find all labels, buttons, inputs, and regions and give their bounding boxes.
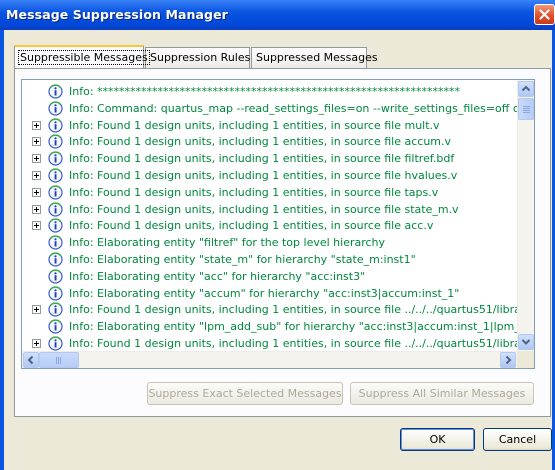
info-icon [48,235,63,250]
expand-icon[interactable] [32,187,41,197]
info-icon [48,185,63,200]
arrow-down-icon [521,339,531,345]
arrow-up-icon [521,85,531,92]
message-list[interactable]: Info: **********************************… [21,79,535,369]
message-text: Info: Found 1 design units, including 1 … [69,303,518,317]
message-row[interactable]: Info: Found 1 design units, including 1 … [22,335,518,352]
info-icon [48,336,63,351]
cancel-button[interactable]: Cancel [483,428,552,451]
vertical-scrollbar[interactable] [517,80,534,351]
scroll-left-button[interactable] [23,352,39,368]
horizontal-scroll-thumb[interactable] [39,352,79,368]
scroll-right-button[interactable] [500,352,516,368]
message-text: Info: Found 1 design units, including 1 … [69,202,459,216]
message-row[interactable]: Info: Elaborating entity "lpm_add_sub" f… [22,318,518,335]
arrow-left-icon [27,355,34,365]
message-row[interactable]: Info: **********************************… [22,83,518,100]
tab-label: Suppressed Messages [256,51,378,64]
message-row[interactable]: Info: Elaborating entity "accum" for hie… [22,285,518,302]
message-row[interactable]: Info: Found 1 design units, including 1 … [22,150,518,167]
message-row[interactable]: Info: Found 1 design units, including 1 … [22,201,518,218]
message-text: Info: Found 1 design units, including 1 … [69,152,455,166]
tab-suppression-rules[interactable]: Suppression Rules [145,47,250,68]
message-row[interactable]: Info: Found 1 design units, including 1 … [22,184,518,201]
scrollbar-corner [517,351,534,368]
message-text: Info: Found 1 design units, including 1 … [69,118,440,132]
ok-button[interactable]: OK [400,428,475,451]
expand-icon[interactable] [32,221,41,231]
scroll-up-button[interactable] [518,81,534,97]
info-icon [48,134,63,149]
message-rows: Info: **********************************… [22,83,518,353]
info-icon [48,84,63,99]
message-text: Info: Found 1 design units, including 1 … [69,169,458,182]
scroll-down-button[interactable] [518,334,534,350]
message-row[interactable]: Info: Found 1 design units, including 1 … [22,133,518,150]
message-row[interactable]: Info: Elaborating entity "state_m" for h… [22,251,518,268]
message-text: Info: Found 1 design units, including 1 … [69,185,439,199]
message-text: Info: Elaborating entity "accum" for hie… [69,286,460,300]
info-icon [48,218,63,233]
info-icon [48,302,63,317]
message-row[interactable]: Info: Found 1 design units, including 1 … [22,167,518,184]
arrow-right-icon [505,355,512,365]
tab-suppressed-messages[interactable]: Suppressed Messages [251,47,378,68]
message-row[interactable]: Info: Found 1 design units, including 1 … [22,117,518,134]
info-icon [48,101,63,116]
message-text: Info: Command: quartus_map --read_settin… [69,101,518,115]
expand-icon[interactable] [32,305,41,315]
message-row[interactable]: Info: Elaborating entity "acc" for hiera… [22,268,518,285]
expand-icon[interactable] [32,137,41,147]
message-text: Info: Elaborating entity "lpm_add_sub" f… [69,320,518,334]
message-row[interactable]: Info: Found 1 design units, including 1 … [22,217,518,234]
message-row[interactable]: Info: Elaborating entity "filtref" for t… [22,234,518,251]
close-icon [539,9,550,20]
message-text: Info: Elaborating entity "filtref" for t… [69,236,386,250]
vertical-scroll-thumb[interactable] [518,98,534,120]
message-text: Info: Found 1 design units, including 1 … [69,219,434,233]
suppress-all-similar-button[interactable]: Suppress All Similar Messages [350,382,534,405]
expand-icon[interactable] [32,204,41,214]
message-text: Info: **********************************… [69,85,461,98]
message-text: Info: Elaborating entity "state_m" for h… [69,253,416,266]
tab-label: Suppressible Messages [18,50,150,65]
suppress-exact-selected-button[interactable]: Suppress Exact Selected Messages [147,382,343,405]
info-icon [48,269,63,284]
info-icon [48,201,63,217]
message-text: Info: Found 1 design units, including 1 … [69,135,452,149]
info-icon [48,252,63,267]
expand-icon[interactable] [32,171,41,180]
message-text: Info: Elaborating entity "acc" for hiera… [69,269,366,283]
close-button[interactable] [534,4,555,25]
tab-suppressible-messages[interactable]: Suppressible Messages [14,45,150,68]
window-border-left [0,30,4,470]
window-title: Message Suppression Manager [6,7,228,22]
info-icon [48,151,63,166]
message-row[interactable]: Info: Command: quartus_map --read_settin… [22,100,518,117]
message-row[interactable]: Info: Found 1 design units, including 1 … [22,301,518,318]
info-icon [48,168,63,183]
info-icon [48,285,63,301]
title-bar[interactable]: Message Suppression Manager [0,0,555,30]
expand-icon[interactable] [32,120,41,130]
tab-label: Suppression Rules [150,51,251,64]
message-text: Info: Found 1 design units, including 1 … [69,337,518,350]
expand-icon[interactable] [32,154,41,164]
horizontal-scrollbar[interactable] [22,351,517,368]
info-icon [48,117,63,133]
expand-icon[interactable] [32,339,41,348]
info-icon [48,319,63,334]
